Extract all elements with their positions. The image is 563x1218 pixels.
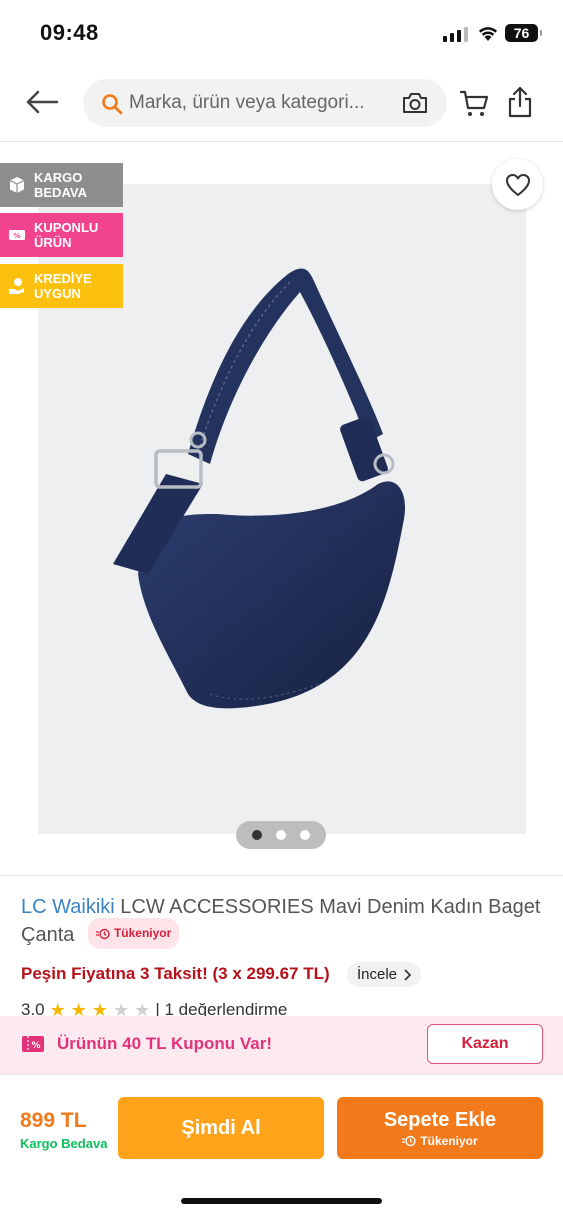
badge-line: KUPONLU <box>34 220 99 235</box>
back-button[interactable] <box>22 84 62 120</box>
gallery-pagination[interactable] <box>236 821 326 849</box>
inspect-button[interactable]: İncele <box>347 962 422 987</box>
home-indicator[interactable] <box>181 1198 382 1204</box>
favorite-button[interactable] <box>492 159 543 210</box>
product-price: 899 TL <box>20 1109 87 1132</box>
badge-line: KARGO <box>34 170 83 185</box>
badge-line: ÜRÜN <box>34 235 72 250</box>
box-icon <box>9 177 25 193</box>
stock-status-text: Tükeniyor <box>113 926 172 940</box>
svg-text:%: % <box>13 232 20 240</box>
search-input[interactable] <box>129 79 399 127</box>
coupon-banner: % Ürünün 40 TL Kuponu Var! Kazan <box>0 1016 563 1074</box>
free-shipping-label: Kargo Bedava <box>20 1136 108 1151</box>
top-navigation-bar <box>0 66 563 142</box>
wifi-icon <box>479 27 497 41</box>
add-to-cart-sub: Tükeniyor <box>402 1133 478 1148</box>
bottom-action-bar: 899 TL Kargo Bedava Şimdi Al Sepete Ekle… <box>0 1074 563 1218</box>
gallery-dot[interactable] <box>300 830 310 840</box>
cart-icon[interactable] <box>459 88 489 118</box>
svg-text:%: % <box>31 1041 40 1051</box>
badge-line: KREDİYE <box>34 271 92 286</box>
badge-line: BEDAVA <box>34 185 87 200</box>
brand-link[interactable]: LC Waikiki <box>21 896 115 918</box>
badge-credit-eligible: KREDİYE UYGUN <box>0 264 123 308</box>
inspect-label: İncele <box>357 966 398 983</box>
buy-now-button[interactable]: Şimdi Al <box>118 1097 324 1159</box>
arrow-left-icon <box>26 90 59 114</box>
coupon-text: Ürünün 40 TL Kuponu Var! <box>57 1034 273 1053</box>
camera-search-icon[interactable] <box>401 91 429 115</box>
search-bar[interactable] <box>83 79 447 127</box>
clock-icon <box>402 1135 417 1146</box>
search-icon <box>102 94 123 115</box>
coupon-icon: % <box>22 1036 44 1052</box>
badge-line: UYGUN <box>34 286 81 301</box>
coupon-icon: % <box>9 230 25 240</box>
cellular-signal-icon <box>443 27 468 42</box>
product-info: LC Waikiki LCW ACCESSORIES Mavi Denim Ka… <box>0 875 563 1018</box>
badge-free-shipping: KARGO BEDAVA <box>0 163 123 207</box>
share-icon[interactable] <box>507 86 533 118</box>
product-title: LC Waikiki LCW ACCESSORIES Mavi Denim Ka… <box>21 895 541 951</box>
badge-coupon-product: % KUPONLU ÜRÜN <box>0 213 123 257</box>
status-bar: 09:48 76 <box>0 0 563 66</box>
heart-icon <box>505 173 530 196</box>
hand-coin-icon <box>9 278 24 294</box>
add-to-cart-sub-text: Tükeniyor <box>420 1133 478 1148</box>
earn-coupon-button[interactable]: Kazan <box>427 1024 543 1064</box>
gallery-dot[interactable] <box>276 830 286 840</box>
stock-status-badge: Tükeniyor <box>87 918 180 949</box>
installment-text: Peşin Fiyatına 3 Taksit! (3 x 299.67 TL) <box>21 964 330 983</box>
battery-indicator: 76 <box>505 24 542 42</box>
gallery-dot[interactable] <box>252 830 262 840</box>
product-gallery[interactable]: KARGO BEDAVA % KUPONLU ÜRÜN KREDİYE UYGUN <box>0 142 563 874</box>
status-time: 09:48 <box>40 20 99 45</box>
clock-icon <box>95 928 110 939</box>
chevron-right-icon <box>404 968 412 981</box>
add-to-cart-button[interactable]: Sepete Ekle Tükeniyor <box>337 1097 543 1159</box>
add-to-cart-label: Sepete Ekle <box>383 1108 497 1131</box>
